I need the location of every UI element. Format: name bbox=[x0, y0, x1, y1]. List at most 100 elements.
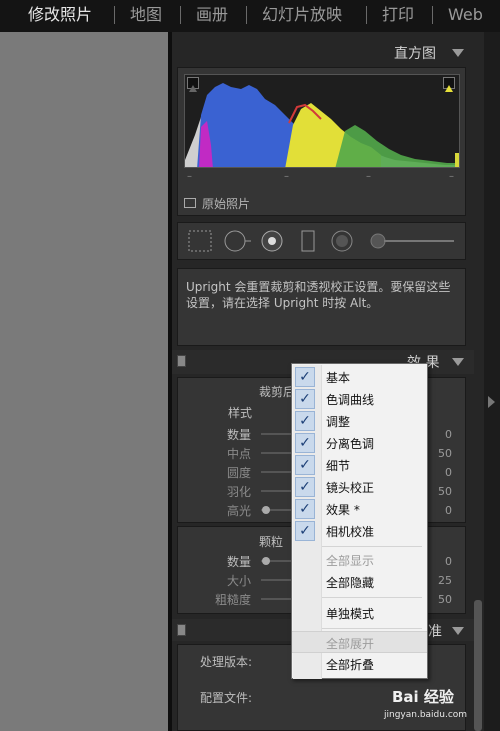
menu-item-label: 全部隐藏 bbox=[326, 576, 375, 590]
camera-calibration-title[interactable]: 准 bbox=[428, 621, 442, 641]
grain-amount-value[interactable]: 0 bbox=[428, 555, 452, 568]
checkmark-icon: ✓ bbox=[295, 367, 315, 387]
checkmark-icon: ✓ bbox=[295, 499, 315, 519]
photo-viewport[interactable] bbox=[0, 32, 168, 731]
radial-filter-core bbox=[336, 235, 348, 247]
menu-item-expand-all[interactable]: 全部展开 bbox=[292, 631, 427, 653]
checkmark-icon: ✓ bbox=[295, 433, 315, 453]
menu-item-label: 镜头校正 bbox=[326, 481, 375, 495]
tool-strip bbox=[177, 222, 466, 260]
post-crop-vignette-header: 裁剪后 bbox=[259, 385, 296, 399]
module-separator bbox=[180, 6, 181, 24]
tool-strip-icons bbox=[188, 230, 454, 252]
checkmark-icon: ✓ bbox=[295, 521, 315, 541]
vignette-roundness-value[interactable]: 0 bbox=[428, 466, 452, 479]
original-photo-checkbox[interactable] bbox=[184, 198, 196, 208]
effects-collapse-icon[interactable] bbox=[452, 358, 464, 366]
vignette-midpoint-value[interactable]: 50 bbox=[428, 447, 452, 460]
checkmark-icon: ✓ bbox=[295, 455, 315, 475]
module-slideshow[interactable]: 幻灯片放映 bbox=[262, 4, 342, 26]
vignette-roundness-slider[interactable] bbox=[261, 471, 293, 473]
menu-item-basic[interactable]: ✓ 基本 bbox=[292, 366, 427, 388]
vignette-highlights-value[interactable]: 0 bbox=[428, 504, 452, 517]
panel-edge-strip bbox=[484, 32, 500, 731]
menu-item-split-toning[interactable]: ✓ 分离色调 bbox=[292, 432, 427, 454]
histogram-collapse-icon[interactable] bbox=[452, 49, 464, 57]
effects-panel-switch-icon[interactable] bbox=[177, 355, 186, 367]
vignette-feather-value[interactable]: 50 bbox=[428, 485, 452, 498]
vignette-amount-label: 数量 bbox=[227, 428, 252, 442]
collapse-panel-arrow-icon[interactable] bbox=[488, 396, 495, 408]
menu-item-label: 色调曲线 bbox=[326, 393, 375, 407]
menu-item-show-all[interactable]: 全部显示 bbox=[292, 549, 427, 571]
histogram-tick: – bbox=[284, 171, 289, 182]
grain-amount-knob[interactable] bbox=[262, 557, 270, 565]
grain-size-value[interactable]: 25 bbox=[428, 574, 452, 587]
process-version-label: 处理版本: bbox=[200, 655, 253, 669]
menu-item-label: 单独模式 bbox=[326, 607, 375, 621]
vignette-roundness-label: 圆度 bbox=[227, 466, 252, 480]
module-separator bbox=[366, 6, 367, 24]
checkmark-icon: ✓ bbox=[295, 389, 315, 409]
menu-item-label: 全部展开 bbox=[326, 637, 375, 651]
watermark-text: Bai 经验 bbox=[392, 688, 454, 706]
menu-item-effects[interactable]: ✓ 效果 * bbox=[292, 498, 427, 520]
checkmark-icon: ✓ bbox=[295, 411, 315, 431]
crop-tool-icon[interactable] bbox=[188, 230, 212, 252]
grain-header: 颗粒 bbox=[259, 535, 284, 549]
grain-roughness-slider[interactable] bbox=[261, 598, 293, 600]
panel-context-menu: ✓ 基本 ✓ 色调曲线 ✓ 调整 ✓ 分离色调 ✓ 细节 ✓ 镜头校正 ✓ 效果… bbox=[291, 363, 428, 679]
upright-message-text: Upright 会重置裁剪和透视校正设置。要保留这些设置，请在选择 Uprigh… bbox=[186, 280, 451, 310]
menu-item-label: 效果 * bbox=[326, 503, 360, 517]
histogram-blue-channel bbox=[197, 83, 299, 167]
red-eye-pupil bbox=[268, 237, 276, 245]
vignette-midpoint-label: 中点 bbox=[227, 447, 252, 461]
module-map[interactable]: 地图 bbox=[130, 4, 162, 26]
module-separator bbox=[432, 6, 433, 24]
menu-separator bbox=[322, 597, 422, 598]
grain-roughness-value[interactable]: 50 bbox=[428, 593, 452, 606]
vignette-amount-value[interactable]: 0 bbox=[428, 428, 452, 441]
histogram-graph[interactable] bbox=[184, 74, 460, 168]
menu-separator bbox=[322, 546, 422, 547]
adjustment-brush-slider[interactable] bbox=[384, 240, 454, 242]
histogram-tick: – bbox=[187, 171, 192, 182]
module-develop[interactable]: 修改照片 bbox=[28, 4, 92, 26]
vignette-highlights-label: 高光 bbox=[227, 504, 252, 518]
highlight-clip-triangle bbox=[445, 85, 453, 92]
menu-item-tone-curve[interactable]: ✓ 色调曲线 bbox=[292, 388, 427, 410]
menu-item-collapse-all[interactable]: 全部折叠 bbox=[292, 653, 427, 675]
calibration-collapse-icon[interactable] bbox=[452, 627, 464, 635]
histogram-highlight-spike bbox=[455, 153, 459, 167]
menu-item-camera-calibration[interactable]: ✓ 相机校准 bbox=[292, 520, 427, 542]
grain-amount-label: 数量 bbox=[227, 555, 252, 569]
shadow-clip-triangle bbox=[189, 85, 197, 92]
module-bar: 修改照片 地图 画册 幻灯片放映 打印 Web bbox=[0, 0, 500, 32]
vignette-amount-slider[interactable] bbox=[261, 433, 293, 435]
highlight-clipping-indicator-icon[interactable] bbox=[443, 77, 455, 92]
module-web[interactable]: Web bbox=[448, 4, 483, 26]
module-book[interactable]: 画册 bbox=[196, 4, 228, 26]
grain-roughness-label: 粗糙度 bbox=[215, 593, 252, 607]
graduated-filter-icon[interactable] bbox=[301, 230, 315, 252]
vignette-highlights-knob[interactable] bbox=[262, 506, 270, 514]
histogram-green-channel bbox=[335, 125, 459, 167]
menu-item-hide-all[interactable]: 全部隐藏 bbox=[292, 571, 427, 593]
grain-size-slider[interactable] bbox=[261, 579, 293, 581]
menu-item-detail[interactable]: ✓ 细节 bbox=[292, 454, 427, 476]
histogram-title[interactable]: 直方图 bbox=[394, 43, 436, 63]
watermark-url: jingyan.baidu.com bbox=[384, 710, 468, 720]
menu-item-label: 调整 bbox=[326, 415, 351, 429]
grain-size-label: 大小 bbox=[227, 574, 252, 588]
menu-item-solo-mode[interactable]: 单独模式 bbox=[292, 602, 427, 624]
vignette-midpoint-slider[interactable] bbox=[261, 452, 293, 454]
menu-item-lens-corrections[interactable]: ✓ 镜头校正 bbox=[292, 476, 427, 498]
shadow-clipping-indicator-icon[interactable] bbox=[187, 77, 199, 92]
module-print[interactable]: 打印 bbox=[382, 4, 414, 26]
menu-item-hsl[interactable]: ✓ 调整 bbox=[292, 410, 427, 432]
vignette-feather-slider[interactable] bbox=[261, 490, 293, 492]
calibration-panel-switch-icon[interactable] bbox=[177, 624, 186, 636]
adjustment-brush-icon[interactable] bbox=[370, 233, 386, 249]
module-separator bbox=[114, 6, 115, 24]
spot-removal-tool-icon[interactable] bbox=[224, 230, 246, 252]
